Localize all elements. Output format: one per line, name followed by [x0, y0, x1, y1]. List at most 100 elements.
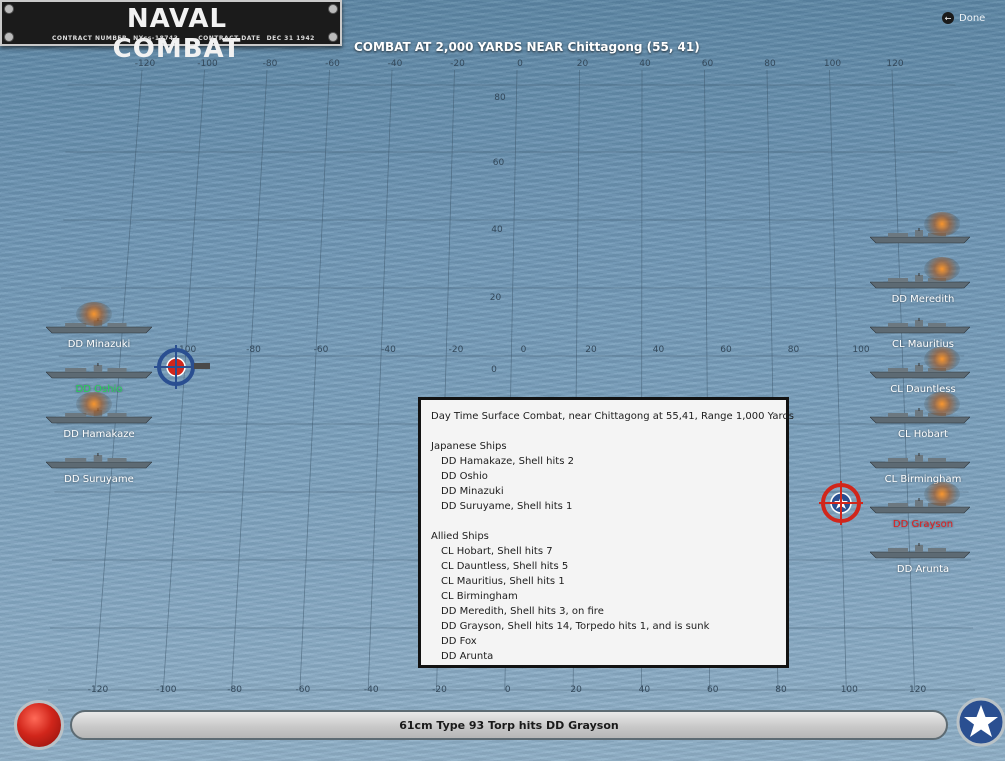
middle-tick-label: -40 [381, 345, 396, 355]
report-heading: Day Time Surface Combat, near Chittagong… [431, 411, 794, 422]
fire-smoke-icon [924, 347, 960, 371]
allied-ship-report-line: DD Grayson, Shell hits 14, Torpedo hits … [441, 621, 710, 632]
bottom-tick-label: 120 [909, 685, 926, 695]
fire-smoke-icon [924, 482, 960, 506]
japanese-ships-list: DD Hamakaze, Shell hits 2 DD Oshio DD Mina… [431, 454, 776, 514]
middle-tick-label: 20 [585, 345, 597, 355]
contract-date-label: CONTRACT DATE [198, 35, 261, 42]
allied-ships-header: Allied Ships [431, 531, 489, 542]
done-button[interactable]: ← Done [942, 12, 985, 24]
japanese-ship-report-line: DD Suruyame, Shell hits 1 [441, 501, 573, 512]
allied-ship-report-line: CL Birmingham [441, 591, 518, 602]
combat-report-panel: Day Time Surface Combat, near Chittagong… [418, 397, 794, 668]
bottom-tick-label: -40 [364, 685, 379, 695]
middle-tick-label: 100 [852, 345, 869, 355]
allied-ship-report-line: CL Mauritius, Shell hits 1 [441, 576, 565, 587]
middle-tick-label: 40 [653, 345, 665, 355]
bolt-icon [328, 4, 338, 14]
ship-name-label: DD Meredith [891, 294, 955, 305]
top-tick-label: 80 [764, 59, 776, 69]
center-axis-tick-label: 0 [491, 365, 497, 375]
contract-number-label: CONTRACT NUMBER [52, 35, 128, 42]
back-arrow-icon: ← [942, 12, 954, 24]
bottom-tick-label: 80 [775, 685, 787, 695]
fire-smoke-icon [76, 392, 112, 416]
grid-vline [231, 69, 268, 691]
fire-smoke-icon [924, 257, 960, 281]
bottom-tick-label: -20 [432, 685, 447, 695]
middle-tick-label: 0 [521, 345, 527, 355]
japanese-ship-report-line: DD Hamakaze, Shell hits 2 [441, 456, 574, 467]
bottom-tick-label: -60 [296, 685, 311, 695]
ship-sprite[interactable] [869, 453, 971, 473]
warship-icon [869, 543, 971, 559]
bolt-icon [4, 32, 14, 42]
bottom-tick-label: 60 [707, 685, 719, 695]
center-axis-tick-label: 60 [493, 158, 505, 168]
top-tick-label: -20 [450, 59, 465, 69]
bottom-tick-label: -80 [227, 685, 242, 695]
allied-target-reticle[interactable] [818, 480, 864, 526]
top-tick-label: 20 [577, 59, 589, 69]
ship-name-label: DD Arunta [896, 564, 950, 575]
warship-icon [869, 453, 971, 469]
top-tick-label: -40 [388, 59, 403, 69]
bottom-tick-label: 40 [639, 685, 651, 695]
fire-smoke-icon [76, 302, 112, 326]
top-tick-label: 120 [886, 59, 903, 69]
allied-ship-report-line: DD Meredith, Shell hits 3, on fire [441, 606, 604, 617]
japanese-ships-header: Japanese Ships [431, 441, 507, 452]
naval-combat-title-plate: NAVAL COMBAT CONTRACT NUMBER NXss-18743 … [0, 0, 342, 64]
ship-name-label: DD Minazuki [67, 339, 131, 350]
ship-name-label: DD Grayson [892, 519, 954, 530]
middle-tick-label: 60 [720, 345, 732, 355]
middle-tick-label: -20 [449, 345, 464, 355]
middle-tick-label: -60 [314, 345, 329, 355]
japanese-ship-report-line: DD Oshio [441, 471, 488, 482]
status-message-bar: 61cm Type 93 Torp hits DD Grayson [70, 710, 948, 740]
ship-sprite[interactable] [45, 453, 153, 473]
ship-sprite[interactable] [869, 543, 971, 563]
status-message: 61cm Type 93 Torp hits DD Grayson [399, 718, 619, 732]
bottom-tick-label: 0 [505, 685, 511, 695]
allied-ships-list: CL Hobart, Shell hits 7 CL Dauntless, She… [431, 544, 776, 664]
bottom-tick-label: -100 [156, 685, 177, 695]
middle-tick-label: -80 [246, 345, 261, 355]
japanese-ship-report-line: DD Minazuki [441, 486, 504, 497]
top-tick-label: -60 [325, 59, 340, 69]
grid-vline [299, 69, 330, 691]
ship-sprite[interactable] [45, 363, 153, 383]
fire-smoke-icon [924, 212, 960, 236]
fire-smoke-icon [924, 392, 960, 416]
ship-name-label: DD Hamakaze [63, 429, 135, 440]
center-axis-tick-label: 80 [494, 93, 506, 103]
top-tick-label: 40 [639, 59, 651, 69]
grid-vline [367, 69, 393, 691]
allied-ship-report-line: DD Arunta [441, 651, 494, 662]
allied-ship-report-line: CL Hobart, Shell hits 7 [441, 546, 553, 557]
warship-icon [45, 363, 153, 379]
top-tick-label: 100 [824, 59, 841, 69]
top-tick-label: 60 [702, 59, 714, 69]
allied-ship-report-line: DD Fox [441, 636, 477, 647]
ship-name-label: DD Suruyame [64, 474, 134, 485]
bolt-icon [4, 4, 14, 14]
allied-star-button[interactable] [956, 697, 1005, 747]
allied-ship-report-line: CL Dauntless, Shell hits 5 [441, 561, 569, 572]
ship-sprite[interactable] [869, 318, 971, 338]
warship-icon [869, 318, 971, 334]
bottom-tick-label: -120 [88, 685, 109, 695]
combat-title: COMBAT AT 2,000 YARDS NEAR Chittagong (5… [354, 40, 700, 54]
plate-contract-info: CONTRACT NUMBER NXss-18743 CONTRACT DATE… [52, 35, 332, 42]
japanese-target-reticle[interactable] [154, 345, 214, 391]
plate-title: NAVAL COMBAT [112, 4, 242, 64]
center-axis-tick-label: 40 [491, 225, 503, 235]
done-label: Done [959, 12, 986, 24]
bottom-tick-label: 20 [570, 685, 582, 695]
bottom-tick-label: 100 [841, 685, 858, 695]
japanese-side-button[interactable] [14, 700, 64, 750]
center-axis-tick-label: 20 [490, 293, 502, 303]
grid-vline [829, 69, 847, 691]
top-tick-label: 0 [517, 59, 523, 69]
warship-icon [45, 453, 153, 469]
